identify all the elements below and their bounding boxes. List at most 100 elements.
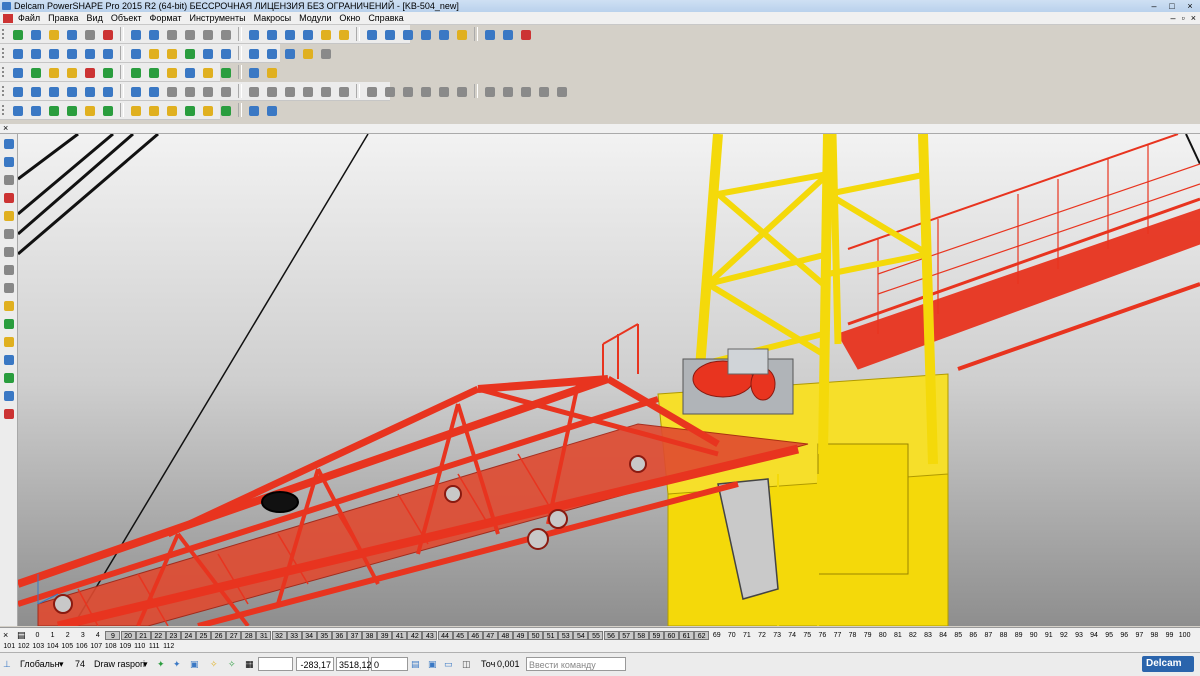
menu-item[interactable]: Инструменты (189, 12, 245, 24)
close-levels-icon[interactable]: × (3, 630, 8, 640)
level-button[interactable]: 0 (30, 631, 45, 640)
tool-button-icon[interactable] (1, 172, 17, 188)
level-button[interactable]: 45 (452, 631, 468, 640)
toolbar-button-icon[interactable] (164, 46, 180, 62)
toolbar-button-icon[interactable] (282, 46, 298, 62)
toolbar-button-icon[interactable] (536, 84, 552, 100)
toolbar-button-icon[interactable] (164, 27, 180, 43)
toolbar-button-icon[interactable] (364, 84, 380, 100)
toolbar-button-icon[interactable] (200, 46, 216, 62)
level-button[interactable]: 1 (45, 631, 60, 640)
tool-button-icon[interactable] (1, 262, 17, 278)
level-button[interactable]: 102 (17, 642, 32, 651)
level-button[interactable]: 72 (755, 631, 770, 640)
level-button[interactable]: 25 (196, 631, 212, 640)
level-button[interactable]: 31 (256, 631, 272, 640)
toolbar-button-icon[interactable] (100, 27, 116, 43)
mdi-close-button[interactable]: × (1191, 13, 1196, 23)
level-button[interactable]: 28 (241, 631, 257, 640)
level-button[interactable]: 74 (785, 631, 800, 640)
toolbar-button-icon[interactable] (64, 27, 80, 43)
toolbar-button-icon[interactable] (282, 27, 298, 43)
toolbar-button-icon[interactable] (28, 65, 44, 81)
toolbar-button-icon[interactable] (282, 84, 298, 100)
tool-button-icon[interactable] (1, 244, 17, 260)
toolbar-button-icon[interactable] (128, 46, 144, 62)
toolbar-button-icon[interactable] (418, 84, 434, 100)
toolbar-button-icon[interactable] (436, 84, 452, 100)
tool-button-icon[interactable] (1, 208, 17, 224)
tool-button-icon[interactable] (1, 316, 17, 332)
tool-button-icon[interactable] (1, 298, 17, 314)
graphics-viewport[interactable] (18, 134, 1200, 626)
menu-item[interactable]: Справка (368, 12, 403, 24)
toolbar-button-icon[interactable] (46, 46, 62, 62)
toolbar-button-icon[interactable] (182, 65, 198, 81)
level-button[interactable]: 50 (528, 631, 544, 640)
level-button[interactable]: 96 (1117, 631, 1132, 640)
toolbar-button-icon[interactable] (64, 84, 80, 100)
level-button[interactable]: 9 (105, 631, 121, 640)
toolbar-grip[interactable] (2, 29, 9, 39)
level-button[interactable]: 51 (543, 631, 559, 640)
level-button[interactable]: 38 (362, 631, 378, 640)
absolute-mode-icon[interactable]: ▣ (428, 657, 437, 671)
mdi-minimize-button[interactable]: – (1171, 13, 1176, 23)
levels-icon[interactable]: ▤ (17, 630, 26, 641)
toolbar-button-icon[interactable] (100, 65, 116, 81)
chevron-down-icon[interactable]: ▾ (143, 657, 148, 671)
toolbar-button-icon[interactable] (128, 84, 144, 100)
toolbar-grip[interactable] (2, 105, 9, 115)
tool-button-icon[interactable] (1, 352, 17, 368)
close-panel-icon[interactable]: × (3, 123, 8, 133)
relative-mode-icon[interactable]: ▭ (444, 657, 453, 671)
tool-button-icon[interactable] (1, 370, 17, 386)
toolbar-button-icon[interactable] (436, 27, 452, 43)
toolbar-button-icon[interactable] (218, 84, 234, 100)
toolbar-button-icon[interactable] (246, 27, 262, 43)
level-button[interactable]: 59 (648, 631, 664, 640)
toolbar-button-icon[interactable] (128, 103, 144, 119)
toolbar-button-icon[interactable] (100, 84, 116, 100)
level-button[interactable]: 99 (1162, 631, 1177, 640)
toolbar-button-icon[interactable] (264, 27, 280, 43)
toolbar-button-icon[interactable] (64, 103, 80, 119)
level-button[interactable]: 53 (558, 631, 574, 640)
workplane-lock-icon[interactable]: ▣ (190, 657, 199, 671)
toolbar-button-icon[interactable] (454, 27, 470, 43)
tool-button-icon[interactable] (1, 136, 17, 152)
snap-icon[interactable]: ✦ (157, 657, 165, 671)
toolbar-button-icon[interactable] (218, 103, 234, 119)
toolbar-button-icon[interactable] (300, 46, 316, 62)
level-button[interactable]: 43 (422, 631, 438, 640)
menu-item[interactable]: Файл (18, 12, 40, 24)
level-button[interactable]: 56 (603, 631, 619, 640)
level-button[interactable]: 112 (162, 642, 177, 651)
level-button[interactable]: 90 (1026, 631, 1041, 640)
level-button[interactable]: 108 (104, 642, 119, 651)
cursor-snap-icon[interactable]: ✧ (210, 657, 218, 671)
toolbar-button-icon[interactable] (10, 84, 26, 100)
toolbar-button-icon[interactable] (246, 46, 262, 62)
toolbar-button-icon[interactable] (10, 27, 26, 43)
level-button[interactable]: 111 (147, 642, 162, 651)
toolbar-button-icon[interactable] (82, 46, 98, 62)
toolbar-button-icon[interactable] (264, 65, 280, 81)
level-number[interactable]: 74 (75, 657, 85, 671)
tolerance-field[interactable]: 0,001 (497, 657, 520, 671)
toolbar-button-icon[interactable] (128, 65, 144, 81)
level-button[interactable]: 103 (31, 642, 46, 651)
toolbar-button-icon[interactable] (318, 84, 334, 100)
level-button[interactable]: 57 (618, 631, 634, 640)
menu-item[interactable]: Объект (111, 12, 142, 24)
level-button[interactable]: 77 (830, 631, 845, 640)
level-button[interactable]: 104 (46, 642, 61, 651)
toolbar-button-icon[interactable] (82, 84, 98, 100)
level-button[interactable]: 35 (316, 631, 332, 640)
toolbar-button-icon[interactable] (10, 65, 26, 81)
toolbar-button-icon[interactable] (336, 27, 352, 43)
coordinate-x[interactable]: -283,17 (296, 657, 334, 671)
toolbar-button-icon[interactable] (518, 27, 534, 43)
toolbar-button-icon[interactable] (64, 46, 80, 62)
toolbar-button-icon[interactable] (218, 46, 234, 62)
